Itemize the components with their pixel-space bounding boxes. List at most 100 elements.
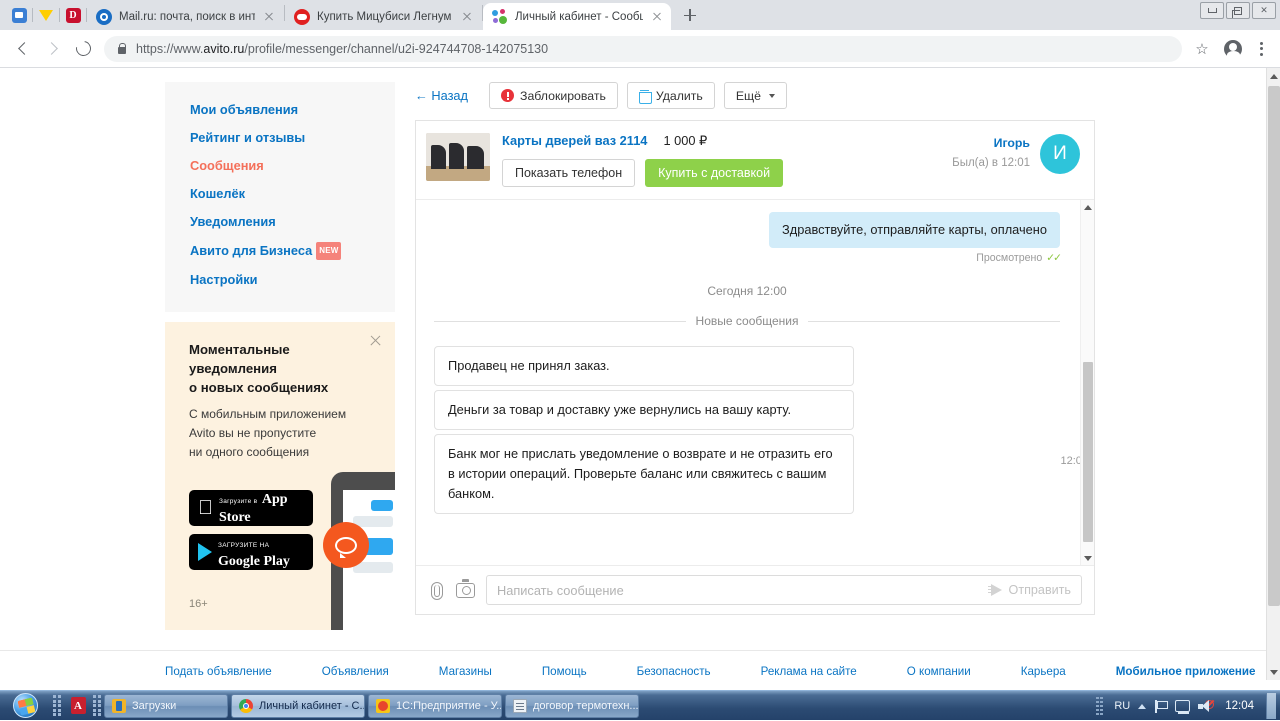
close-icon[interactable] — [649, 9, 665, 25]
footer-link-help[interactable]: Помощь — [542, 665, 587, 678]
taskbar-item-document[interactable]: договор термотехн... — [505, 694, 639, 718]
sidebar-item-label: Сообщения — [190, 158, 264, 173]
messenger-extension-icon[interactable] — [6, 0, 32, 30]
taskbar-item-label: Загрузки — [132, 700, 176, 712]
sidebar-item-my-ads[interactable]: Мои объявления — [165, 96, 395, 124]
tray-handle[interactable] — [1096, 696, 1106, 716]
block-label: Заблокировать — [520, 89, 606, 103]
address-bar[interactable]: https://www.avito.ru/profile/messenger/c… — [104, 36, 1182, 62]
ad-price: 1 000 ₽ — [663, 133, 707, 149]
message-bubble: Банк мог не прислать уведомление о возвр… — [434, 434, 854, 514]
googleplay-button[interactable]: ЗАГРУЗИТЕ НА Google Play — [189, 534, 313, 570]
sidebar-item-settings[interactable]: Настройки — [165, 266, 395, 294]
chat-bubble-icon — [323, 522, 369, 568]
footer-link-security[interactable]: Безопасность — [637, 665, 711, 678]
block-icon — [501, 89, 514, 102]
message-input-wrap[interactable]: Отправить — [486, 575, 1082, 605]
scrollbar-thumb[interactable] — [1083, 362, 1093, 542]
close-window-button[interactable]: ✕ — [1252, 2, 1276, 19]
document-icon — [513, 699, 527, 713]
messages-scrollbar[interactable] — [1080, 200, 1094, 565]
profile-avatar-icon[interactable] — [1224, 40, 1242, 58]
sidebar-item-label: Настройки — [190, 272, 258, 287]
taskbar-item-downloads[interactable]: Загрузки — [104, 694, 228, 718]
browser-tab-mail[interactable]: Mail.ru: почта, поиск в интернет — [87, 3, 283, 30]
scroll-up-icon[interactable] — [1081, 200, 1094, 214]
close-icon[interactable] — [369, 334, 382, 347]
ad-thumbnail[interactable] — [426, 133, 490, 181]
more-button[interactable]: Ещё — [724, 82, 787, 109]
acrobat-quicklaunch-icon[interactable]: A — [66, 693, 90, 719]
buy-with-delivery-button[interactable]: Купить с доставкой — [645, 159, 783, 187]
camera-icon[interactable] — [456, 583, 475, 598]
show-hidden-icons-icon[interactable] — [1138, 704, 1146, 709]
back-link[interactable]: ← Назад — [415, 88, 468, 103]
page-scrollbar[interactable] — [1266, 68, 1280, 680]
footer-link-about[interactable]: О компании — [907, 665, 971, 678]
reload-button[interactable] — [68, 34, 98, 64]
footer-link-mobile-app[interactable]: Мобильное приложение — [1116, 665, 1256, 678]
delete-button[interactable]: Удалить — [627, 82, 715, 109]
taskbar-clock[interactable]: 12:04 — [1221, 700, 1258, 712]
new-tab-button[interactable] — [676, 1, 704, 29]
promo-title-line2: уведомления — [189, 359, 355, 378]
interlocutor-last-seen: Был(а) в 12:01 — [952, 157, 1030, 169]
forward-button[interactable] — [38, 34, 68, 64]
quicklaunch-handle[interactable] — [51, 695, 63, 717]
page-scroll-down-icon[interactable] — [1267, 664, 1280, 680]
appstore-button[interactable]:  Загрузите в App Store — [189, 490, 313, 526]
volume-muted-icon[interactable] — [1198, 700, 1213, 713]
interlocutor-name[interactable]: Игорь — [994, 136, 1030, 150]
maximize-button[interactable] — [1226, 2, 1250, 19]
footer-link-career[interactable]: Карьера — [1021, 665, 1066, 678]
page-scrollbar-thumb[interactable] — [1268, 86, 1280, 606]
bookmark-star-icon[interactable]: ☆ — [1188, 35, 1216, 63]
footer-link-ads[interactable]: Объявления — [322, 665, 389, 678]
browser-menu-icon[interactable] — [1250, 37, 1272, 61]
page-scroll-up-icon[interactable] — [1267, 68, 1280, 84]
toolbar-actions: ☆ — [1188, 35, 1272, 63]
taskbar-item-chrome[interactable]: Личный кабинет - С... — [231, 694, 365, 718]
show-phone-button[interactable]: Показать телефон — [502, 159, 635, 187]
browser-tab-avito[interactable]: Личный кабинет - Сообщения — [483, 3, 671, 30]
taskbar-handle[interactable] — [93, 695, 101, 717]
language-indicator[interactable]: RU — [1114, 700, 1130, 712]
footer-link-post-ad[interactable]: Подать объявление — [165, 665, 272, 678]
sidebar-item-notifications[interactable]: Уведомления — [165, 208, 395, 236]
sidebar-item-wallet[interactable]: Кошелёк — [165, 180, 395, 208]
ad-title-link[interactable]: Карты дверей ваз 2114 — [502, 133, 647, 148]
browser-tab-car[interactable]: Купить Мицубиси Легнум в Кра — [285, 3, 481, 30]
footer-link-advertising[interactable]: Реклама на сайте — [761, 665, 857, 678]
block-button[interactable]: Заблокировать — [489, 82, 618, 109]
footer-link-shops[interactable]: Магазины — [439, 665, 492, 678]
system-tray: RU 12:04 — [1096, 691, 1280, 721]
sidebar-item-label: Рейтинг и отзывы — [190, 130, 305, 145]
yandex-extension-icon[interactable] — [33, 0, 59, 30]
action-center-flag-icon[interactable] — [1154, 700, 1167, 713]
sidebar-item-rating[interactable]: Рейтинг и отзывы — [165, 124, 395, 152]
scroll-down-icon[interactable] — [1081, 551, 1094, 565]
taskbar-item-1c[interactable]: 1С:Предприятие - У... — [368, 694, 502, 718]
message-bubble: Деньги за товар и доставку уже вернулись… — [434, 390, 854, 430]
start-button[interactable] — [2, 692, 48, 720]
message-input[interactable] — [497, 583, 988, 598]
chat-toolbar: ← Назад Заблокировать Удалить Ещё — [415, 82, 1095, 109]
show-desktop-button[interactable] — [1266, 693, 1276, 719]
back-button[interactable] — [8, 34, 38, 64]
minimize-button[interactable] — [1200, 2, 1224, 19]
taskbar-item-label: Личный кабинет - С... — [259, 700, 365, 712]
send-button[interactable]: Отправить — [988, 583, 1071, 597]
d-extension-icon[interactable]: D — [60, 0, 86, 30]
promo-title: Моментальные уведомления о новых сообщен… — [165, 322, 395, 397]
sidebar-item-messages[interactable]: Сообщения — [165, 152, 395, 180]
taskbar-item-label: 1С:Предприятие - У... — [396, 700, 502, 712]
network-icon[interactable] — [1175, 700, 1190, 712]
close-icon[interactable] — [261, 9, 277, 25]
attach-file-icon[interactable] — [428, 581, 445, 600]
page-footer: Подать объявление Объявления Магазины По… — [0, 650, 1266, 680]
status-text: Просмотрено — [976, 252, 1042, 264]
browser-toolbar: https://www.avito.ru/profile/messenger/c… — [0, 30, 1280, 68]
download-folder-icon — [112, 699, 126, 713]
close-icon[interactable] — [459, 9, 475, 25]
sidebar-item-business[interactable]: Авито для БизнесаNEW — [165, 236, 395, 266]
